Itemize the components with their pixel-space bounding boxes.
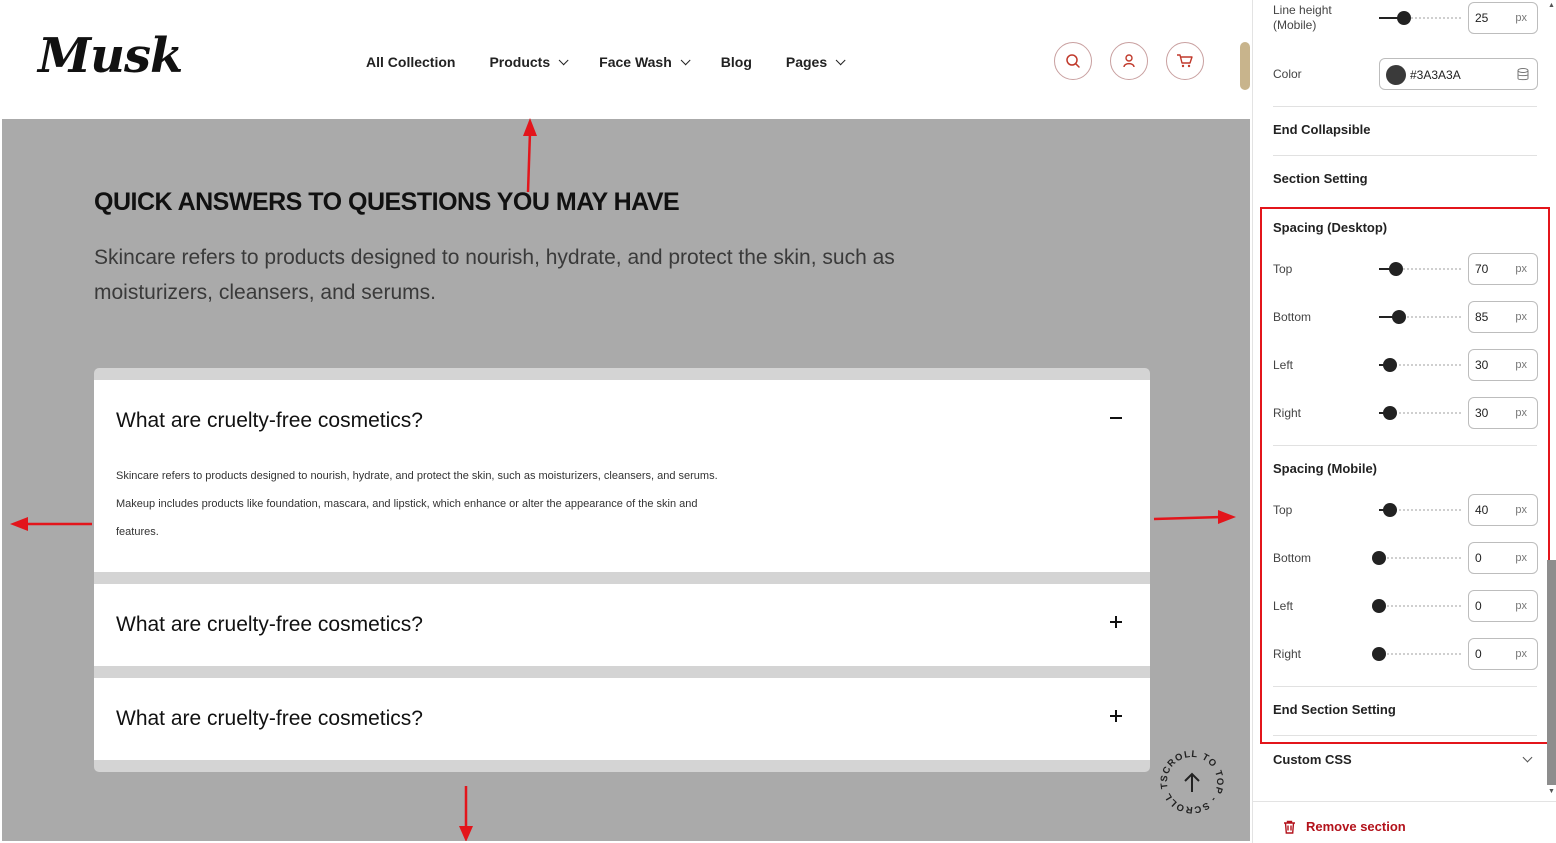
line-height-label-line2: (Mobile) bbox=[1273, 18, 1317, 32]
arrow-left-annotation bbox=[10, 517, 92, 531]
section-settings-panel: Line height (Mobile) 25 px Color #3A3A3A… bbox=[1252, 0, 1556, 843]
unit-label: px bbox=[1515, 12, 1527, 24]
theme-preview: Musk All Collection Products Face Wash Blog… bbox=[0, 0, 1252, 843]
color-label: Color bbox=[1273, 67, 1302, 81]
panel-footer: Remove section bbox=[1253, 801, 1556, 843]
section-setting-heading: Section Setting bbox=[1273, 171, 1368, 186]
line-height-label-line1: Line height bbox=[1273, 3, 1332, 17]
divider bbox=[1273, 155, 1537, 156]
database-icon[interactable] bbox=[1517, 68, 1529, 86]
custom-css-label: Custom CSS bbox=[1273, 752, 1352, 767]
annotation-arrows bbox=[10, 118, 1236, 841]
arrow-down-annotation bbox=[459, 786, 473, 841]
color-hex-value[interactable]: #3A3A3A bbox=[1410, 68, 1461, 82]
line-height-mobile-label: Line height (Mobile) bbox=[1273, 3, 1332, 33]
custom-css-collapsible[interactable]: Custom CSS bbox=[1273, 752, 1537, 767]
remove-section-button[interactable]: Remove section bbox=[1283, 819, 1406, 834]
line-height-mobile-slider[interactable] bbox=[1379, 11, 1461, 25]
line-height-mobile-value[interactable]: 25 bbox=[1475, 11, 1488, 25]
slider-knob[interactable] bbox=[1396, 11, 1411, 25]
divider bbox=[1273, 106, 1537, 107]
color-picker[interactable]: #3A3A3A bbox=[1379, 58, 1538, 90]
end-collapsible-heading: End Collapsible bbox=[1273, 122, 1371, 137]
line-height-mobile-input[interactable]: 25 px bbox=[1468, 2, 1538, 34]
scroll-down-arrow[interactable]: ▼ bbox=[1547, 788, 1556, 798]
preview-frame: Musk All Collection Products Face Wash Blog… bbox=[2, 2, 1250, 841]
panel-scrollbar-thumb[interactable] bbox=[1547, 560, 1556, 785]
arrow-up-annotation bbox=[523, 118, 537, 193]
annotation-highlight-box bbox=[1260, 207, 1550, 744]
color-swatch[interactable] bbox=[1386, 65, 1406, 85]
arrow-right-annotation bbox=[1153, 510, 1236, 524]
scroll-up-arrow[interactable]: ▲ bbox=[1547, 2, 1556, 12]
trash-icon bbox=[1284, 820, 1295, 834]
chevron-down-icon[interactable] bbox=[1522, 752, 1533, 763]
remove-section-label: Remove section bbox=[1306, 819, 1406, 834]
